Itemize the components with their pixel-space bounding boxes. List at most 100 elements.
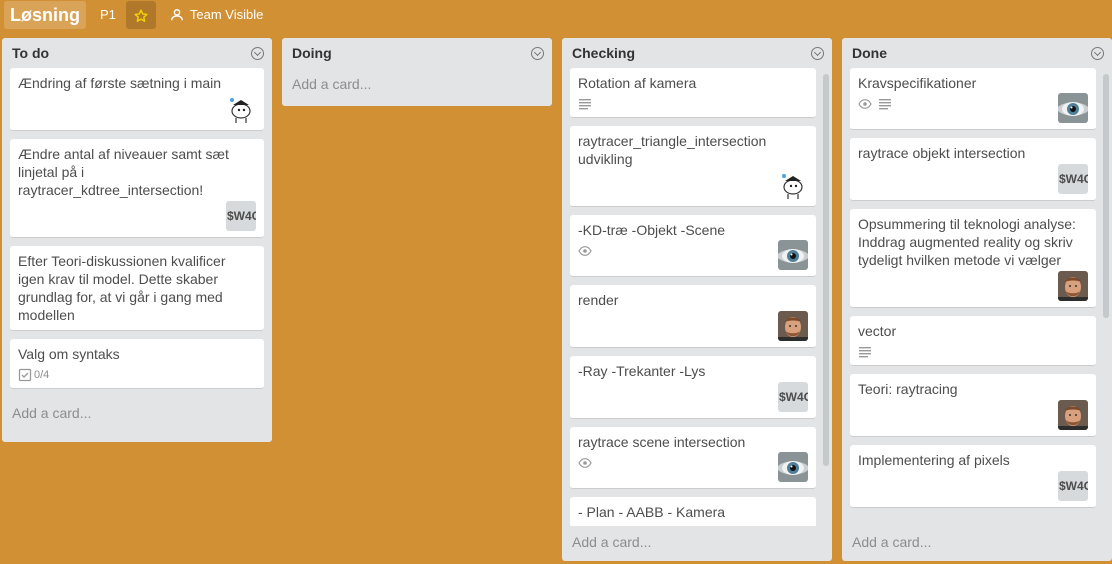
eye-icon xyxy=(578,246,592,256)
board-header: Løsning P1 Team Visible xyxy=(0,0,1112,30)
checklist-count: 0/4 xyxy=(34,369,50,381)
card-title: Efter Teori-diskussionen kvalificer igen… xyxy=(18,253,226,323)
card-members: $W4C xyxy=(578,382,808,412)
star-icon xyxy=(134,9,148,22)
card[interactable]: raytrace scene intersection xyxy=(570,427,816,489)
card-title: Implementering af pixels xyxy=(858,452,1010,468)
card-title: - Plan - AABB - Kamera xyxy=(578,504,726,520)
card-members: $W4C xyxy=(18,201,256,231)
card[interactable]: Ændre antal af niveauer samt sæt linjeta… xyxy=(10,139,264,238)
eye-icon xyxy=(578,458,592,468)
card-members xyxy=(578,311,808,341)
card-badges xyxy=(578,97,808,111)
card-title: Teori: raytracing xyxy=(858,381,958,397)
card-badges xyxy=(858,345,1088,359)
add-card-button[interactable]: Add a card... xyxy=(562,526,832,556)
card-title: Ændre antal af niveauer samt sæt linjeta… xyxy=(18,146,229,198)
list-header: Done xyxy=(842,38,1112,68)
description-icon xyxy=(879,99,891,110)
card-list: Ændring af første sætning i main Ændre an… xyxy=(2,68,272,397)
list-title[interactable]: Doing xyxy=(292,45,332,61)
member-avatar-photo[interactable] xyxy=(1058,400,1088,430)
list-to-do: To do Ændring af første sætning i main Ænd… xyxy=(2,38,272,442)
team-icon xyxy=(170,9,183,21)
member-avatar-cartoon[interactable] xyxy=(778,170,808,200)
card[interactable]: vector xyxy=(850,316,1096,366)
list-scrollbar[interactable] xyxy=(823,74,829,466)
card[interactable]: Efter Teori-diskussionen kvalificer igen… xyxy=(10,246,264,331)
card[interactable]: Implementering af pixels $W4C xyxy=(850,445,1096,508)
member-avatar-photo[interactable] xyxy=(778,311,808,341)
card-members xyxy=(578,170,808,200)
card-title: -KD-træ -Objekt -Scene xyxy=(578,222,726,238)
card-title: vector xyxy=(858,323,897,339)
add-card-button[interactable]: Add a card... xyxy=(842,526,1112,556)
card-title: render xyxy=(578,292,619,308)
member-avatar-cartoon[interactable] xyxy=(226,94,256,124)
card[interactable]: raytrace objekt intersection $W4C xyxy=(850,138,1096,201)
member-avatar-photo[interactable] xyxy=(1058,271,1088,301)
card-title: Opsummering til teknologi analyse: Inddr… xyxy=(858,216,1076,268)
list-title[interactable]: Done xyxy=(852,45,887,61)
board-tag-button[interactable]: P1 xyxy=(92,1,124,29)
visibility-label: Team Visible xyxy=(189,7,264,22)
member-avatar-initials[interactable]: $W4C xyxy=(1058,164,1088,194)
list-menu-icon[interactable] xyxy=(1091,46,1104,60)
card-title: raytrace objekt intersection xyxy=(858,145,1026,161)
list-checking: Checking Rotation af kamera raytracer_tria… xyxy=(562,38,832,561)
card-badges: 0/4 xyxy=(18,368,256,382)
card-title: Kravspecifikationer xyxy=(858,75,977,91)
visibility-button[interactable]: Team Visible xyxy=(162,1,271,29)
add-card-button[interactable]: Add a card... xyxy=(2,397,272,427)
member-avatar-initials[interactable]: $W4C xyxy=(778,382,808,412)
list-title[interactable]: To do xyxy=(12,45,49,61)
list-doing: Doing Add a card... xyxy=(282,38,552,106)
card[interactable]: -KD-træ -Objekt -Scene xyxy=(570,215,816,277)
list-menu-icon[interactable] xyxy=(531,46,544,60)
card-members xyxy=(18,94,256,124)
list-header: Checking xyxy=(562,38,832,68)
card[interactable]: Kravspecifikationer xyxy=(850,68,1096,130)
card[interactable]: raytracer_triangle_intersection udviklin… xyxy=(570,126,816,207)
add-card-button[interactable]: Add a card... xyxy=(282,68,552,98)
card[interactable]: Ændring af første sætning i main xyxy=(10,68,264,131)
board-title[interactable]: Løsning xyxy=(4,1,86,29)
list-done: Done Kravspecifikationer raytrace objekt i… xyxy=(842,38,1112,561)
card-title: -Ray -Trekanter -Lys xyxy=(578,363,706,379)
card-badges xyxy=(858,97,1088,111)
card-title: Rotation af kamera xyxy=(578,75,697,91)
card-title: raytracer_triangle_intersection udviklin… xyxy=(578,133,767,167)
list-title[interactable]: Checking xyxy=(572,45,635,61)
card-title: Ændring af første sætning i main xyxy=(18,75,222,91)
list-header: Doing xyxy=(282,38,552,68)
card[interactable]: Opsummering til teknologi analyse: Inddr… xyxy=(850,209,1096,308)
eye-icon xyxy=(858,99,872,109)
checklist-icon xyxy=(18,368,32,382)
card-badges xyxy=(578,456,808,470)
member-avatar-initials[interactable]: $W4C xyxy=(1058,471,1088,501)
card-members: $W4C xyxy=(858,164,1088,194)
card[interactable]: -Ray -Trekanter -Lys $W4C xyxy=(570,356,816,419)
list-scrollbar[interactable] xyxy=(1103,74,1109,318)
card[interactable]: Rotation af kamera xyxy=(570,68,816,118)
list-menu-icon[interactable] xyxy=(251,46,264,60)
card-badges xyxy=(578,244,808,258)
card-members: $W4C xyxy=(858,471,1088,501)
card-members xyxy=(858,271,1088,301)
star-button[interactable] xyxy=(125,1,156,29)
list-header: To do xyxy=(2,38,272,68)
description-icon xyxy=(859,347,871,358)
checklist-badge: 0/4 xyxy=(18,366,49,384)
description-icon xyxy=(579,99,591,110)
card[interactable]: render xyxy=(570,285,816,348)
card[interactable]: Teori: raytracing xyxy=(850,374,1096,437)
card-list: Kravspecifikationer raytrace objekt inter… xyxy=(842,68,1112,526)
card-members xyxy=(858,400,1088,430)
card-title: Valg om syntaks xyxy=(18,346,120,362)
card-title: raytrace scene intersection xyxy=(578,434,746,450)
list-menu-icon[interactable] xyxy=(811,46,824,60)
card[interactable]: Valg om syntaks 0/4 xyxy=(10,339,264,389)
member-avatar-initials[interactable]: $W4C xyxy=(226,201,256,231)
card[interactable]: - Plan - AABB - Kamera xyxy=(570,497,816,526)
card-list: Rotation af kamera raytracer_triangle_int… xyxy=(562,68,832,526)
